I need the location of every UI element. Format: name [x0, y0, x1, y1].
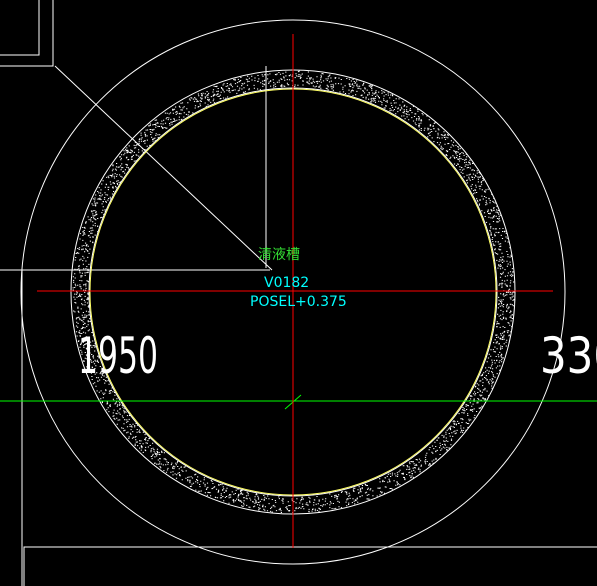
tank-wall-hatch — [72, 70, 516, 514]
tank-tag-label: V0182 — [264, 275, 309, 291]
cad-drawing-canvas[interactable]: 清液槽 V0182 POSEL+0.375 1950 330 — [0, 0, 597, 586]
dimension-left: 1950 — [78, 327, 158, 385]
tank-name-label: 清液槽 — [258, 247, 300, 263]
elevation-label: POSEL+0.375 — [250, 294, 347, 310]
hatch-dots — [72, 70, 516, 514]
dimension-right: 330 — [540, 327, 597, 385]
bottom-frame — [23, 546, 597, 586]
structure-outline-top-left — [0, 0, 54, 586]
